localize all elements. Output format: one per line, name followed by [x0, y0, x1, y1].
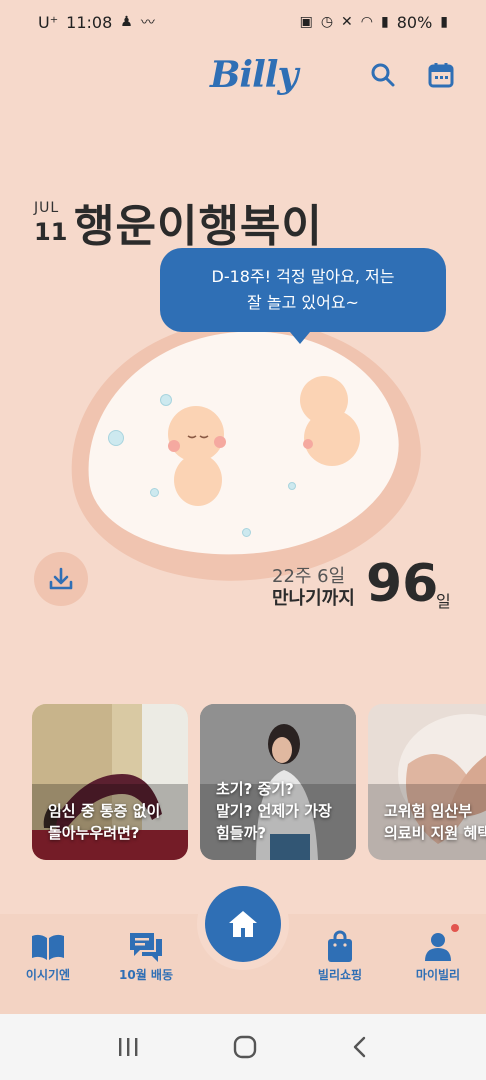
notification-dot — [451, 924, 459, 932]
nav-label: 빌리쇼핑 — [317, 968, 363, 982]
book-icon — [32, 934, 64, 960]
article-title: 초기? 중기? 말기? 언제가 가장 힘들까? — [216, 780, 332, 842]
speech-line: 잘 놀고 있어요~ — [247, 293, 359, 312]
calendar-icon — [428, 63, 454, 88]
article-title: 임신 중 통증 없이 돌아누우려면? — [48, 802, 161, 842]
person-icon — [425, 933, 451, 961]
days-unit: 일 — [436, 592, 451, 611]
days-left-count: 96 — [366, 554, 439, 614]
nav-item-shopping[interactable]: 빌리쇼핑 — [300, 928, 380, 983]
download-icon — [49, 567, 73, 590]
home-nav-icon[interactable] — [232, 1034, 258, 1060]
notification-icon: ♟ — [120, 14, 133, 30]
nav-item-my[interactable]: 마이빌리 — [398, 928, 478, 983]
signal-icon: ▮ — [381, 14, 389, 30]
chat-icon — [130, 933, 162, 962]
date-month: JUL — [34, 200, 60, 216]
wifi-icon: ◠ — [360, 14, 373, 30]
alarm-icon: ◷ — [320, 14, 334, 30]
battery-percent: 80% — [396, 12, 433, 32]
bubble-decoration — [288, 482, 296, 490]
lock-icon: ▣ — [299, 14, 313, 30]
system-nav-bar — [0, 1014, 486, 1080]
article-card[interactable]: 초기? 중기? 말기? 언제가 가장 힘들까? — [200, 704, 356, 860]
recent-apps-icon[interactable] — [116, 1036, 140, 1058]
calendar-button[interactable] — [424, 58, 458, 92]
home-button[interactable] — [205, 886, 281, 962]
clock: 11:08 — [66, 12, 113, 32]
notification-icon: 〰 — [140, 15, 155, 31]
nav-item-info[interactable]: 이시기엔 — [8, 928, 88, 983]
home-icon — [229, 911, 257, 937]
speech-line: D-18주! 걱정 말아요, 저는 — [211, 267, 395, 286]
download-button[interactable] — [34, 552, 88, 606]
article-card[interactable]: 임신 중 통증 없이 돌아누우려면? — [32, 704, 188, 860]
carrier-label: U⁺ — [38, 12, 59, 32]
nav-label: 이시기엔 — [25, 968, 71, 982]
app-logo: Billy — [210, 54, 298, 96]
status-bar: U⁺ 11:08 ♟ 〰 ▣ ◷ ✕ ◠ ▮ 80% ▮ — [0, 0, 486, 44]
nav-item-community[interactable]: 10월 배동 — [106, 928, 186, 983]
nav-label: 마이빌리 — [415, 968, 461, 982]
article-card[interactable]: 고위험 임산부 의료비 지원 혜택 — [368, 704, 486, 860]
article-title: 고위험 임산부 의료비 지원 혜택 — [384, 802, 486, 842]
search-button[interactable] — [366, 58, 400, 92]
speech-bubble: D-18주! 걱정 말아요, 저는 잘 놀고 있어요~ — [160, 248, 446, 344]
until-label: 만나기까지 — [272, 588, 355, 609]
article-carousel[interactable]: 임신 중 통증 없이 돌아누우려면? 초기? 중기? 말기? 언제가 가장 힘들… — [32, 704, 486, 862]
fetus-illustration — [300, 376, 360, 466]
search-icon — [371, 63, 395, 87]
date-day: 11 — [34, 218, 68, 246]
battery-icon: ▮ — [440, 14, 448, 30]
nav-label: 10월 배동 — [119, 968, 173, 982]
bubble-decoration — [108, 430, 124, 446]
mute-icon: ✕ — [341, 14, 353, 30]
fetus-illustration — [168, 406, 226, 506]
baby-nickname: 행운이행복이 — [74, 201, 323, 252]
back-icon[interactable] — [350, 1035, 370, 1059]
shopping-bag-icon — [328, 930, 352, 962]
bubble-decoration — [242, 528, 251, 537]
